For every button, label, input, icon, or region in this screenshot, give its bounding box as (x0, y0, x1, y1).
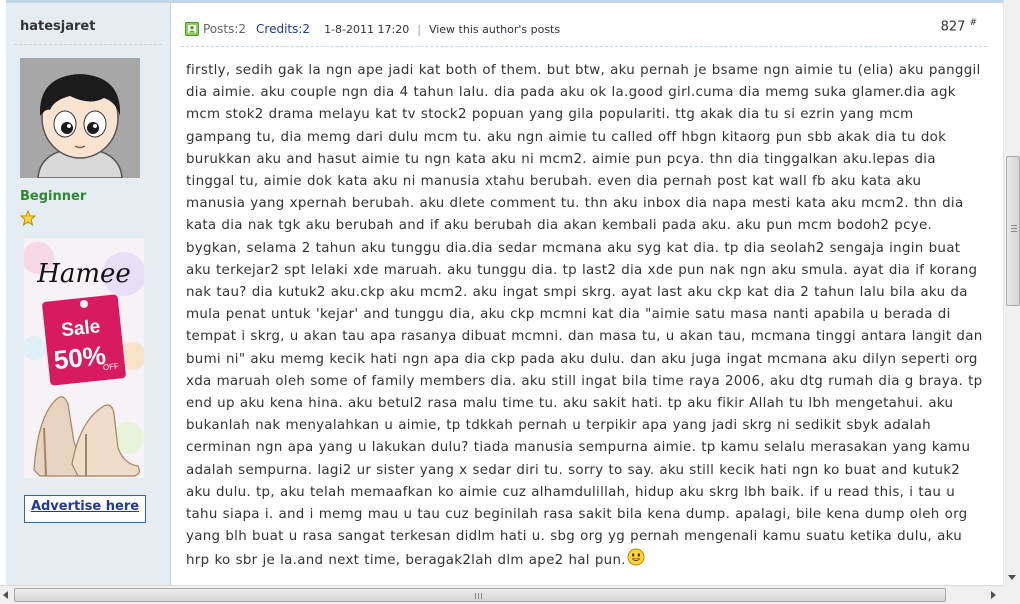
author-sidebar: hatesjaret Beginner Hamee Sale 50% OFF A… (6, 0, 171, 585)
author-username[interactable]: hatesjaret (20, 19, 95, 34)
cartoon-avatar-icon (20, 58, 140, 178)
post-info-bar: Posts:2 Credits:2 1-8-2011 17:20 | View … (185, 20, 560, 38)
scroll-grip-line (1011, 228, 1017, 229)
sidebar-top-border (6, 0, 170, 3)
post-number[interactable]: 827 # (941, 18, 977, 34)
ad-discount-suffix: OFF (103, 362, 120, 373)
advertise-here-link[interactable]: Advertise here (24, 495, 146, 523)
scroll-grip-line (478, 593, 479, 599)
post-number-value[interactable]: 827 (941, 19, 966, 34)
view-author-posts-link[interactable]: View this author's posts (429, 23, 560, 36)
star-icon (19, 209, 37, 227)
scroll-grip-line (481, 593, 482, 599)
ad-sale-label: Sale (60, 316, 101, 341)
author-avatar[interactable] (20, 58, 140, 178)
author-rank: Beginner (20, 189, 87, 204)
sidebar-divider (14, 44, 162, 45)
ad-brand-logo: Hamee (36, 259, 131, 289)
scroll-grip-line (1011, 225, 1017, 226)
scroll-left-arrow-icon[interactable] (3, 591, 8, 599)
sidebar-ad-banner[interactable]: Hamee Sale 50% OFF (24, 238, 144, 478)
scroll-right-arrow-icon[interactable] (991, 591, 996, 599)
forum-page: hatesjaret Beginner Hamee Sale 50% OFF A… (0, 0, 1003, 585)
post-header-divider (181, 46, 987, 47)
ad-discount: 50% (52, 340, 107, 375)
credit-count[interactable]: Credits:2 (256, 22, 310, 36)
post-body-text: firstly, sedih gak la ngn ape jadi kat b… (186, 63, 983, 569)
post-body: firstly, sedih gak la ngn ape jadi kat b… (186, 60, 983, 573)
scrollbar-corner (1003, 585, 1020, 603)
vertical-scroll-thumb[interactable] (1006, 156, 1020, 306)
scroll-grip-line (1011, 231, 1017, 232)
post-content-area: Posts:2 Credits:2 1-8-2011 17:20 | View … (171, 0, 1003, 585)
horizontal-scroll-thumb[interactable] (14, 588, 946, 602)
post-top-border (171, 0, 1003, 3)
horizontal-scrollbar[interactable] (0, 585, 1020, 604)
scroll-down-arrow-icon[interactable] (1008, 575, 1016, 580)
post-number-mark: # (969, 18, 977, 28)
scroll-grip-line (475, 593, 476, 599)
post-count: Posts:2 (203, 22, 247, 36)
vertical-scrollbar[interactable] (1003, 0, 1020, 585)
smiley-icon (627, 548, 645, 566)
info-separator: | (417, 22, 421, 36)
user-posts-icon (185, 22, 199, 36)
post-date: 1-8-2011 17:20 (324, 22, 410, 36)
